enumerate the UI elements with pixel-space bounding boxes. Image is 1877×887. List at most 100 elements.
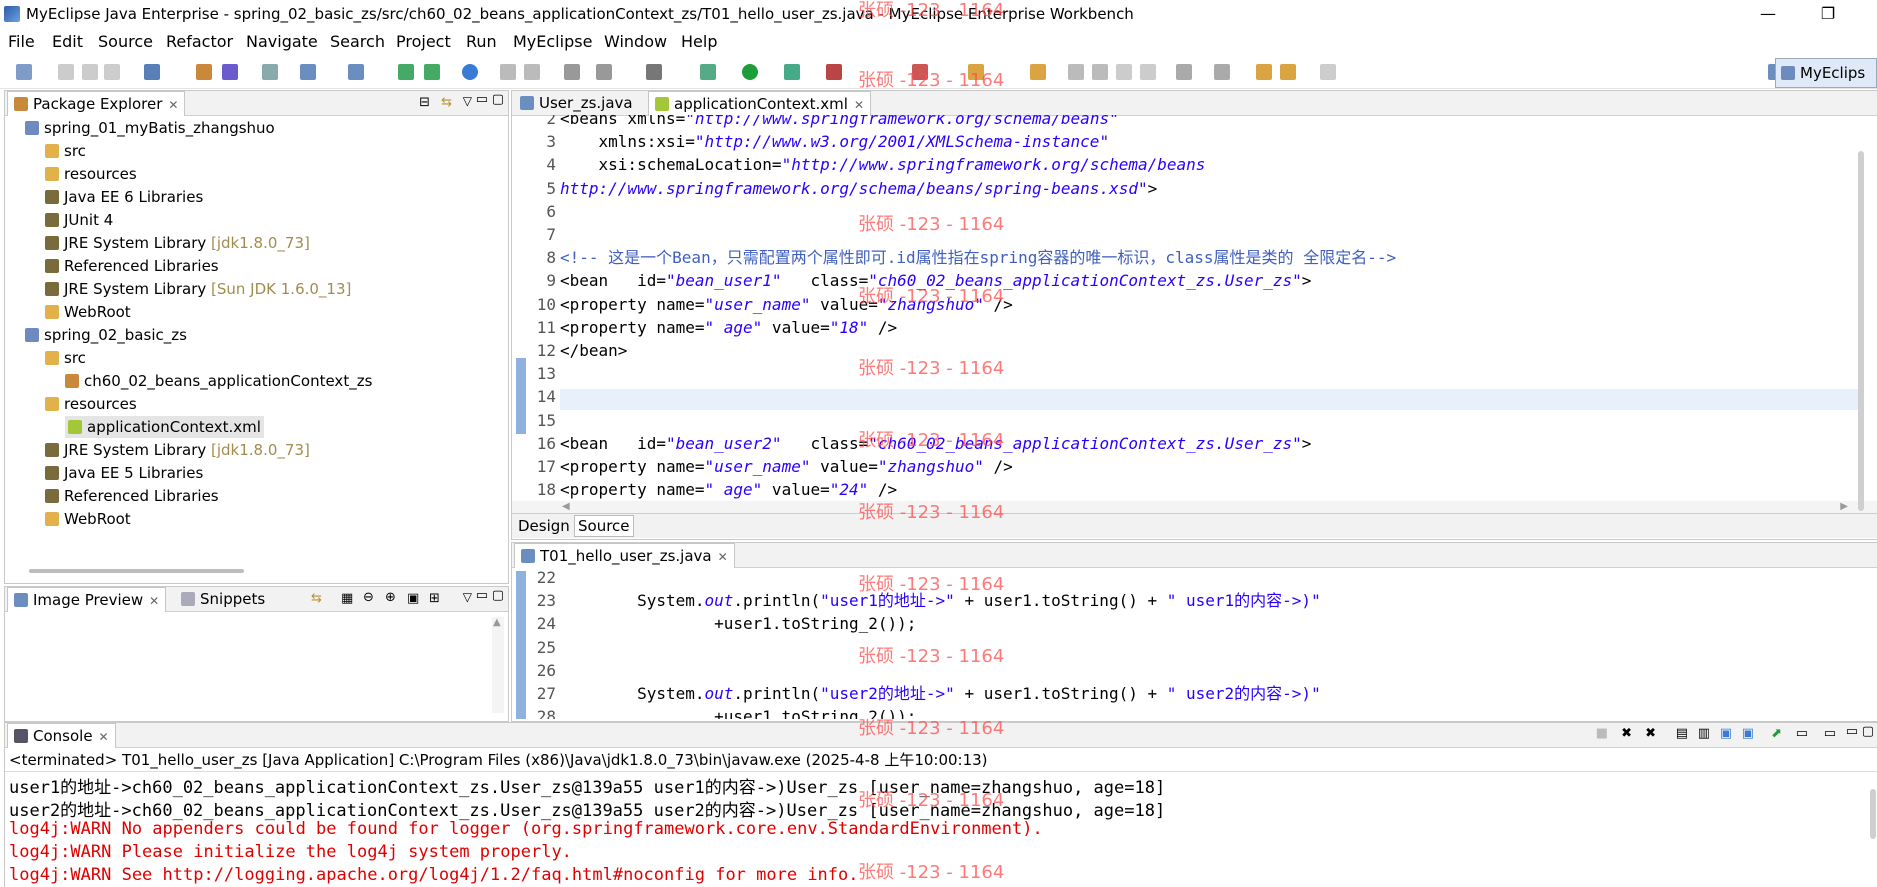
tree-item[interactable]: spring_01_myBatis_zhangshuo: [25, 117, 275, 139]
tasks-icon[interactable]: [564, 64, 580, 80]
pin-console-icon[interactable]: ⬈: [1771, 726, 1782, 741]
clear-console-icon[interactable]: ▤: [1676, 726, 1688, 741]
tree-item[interactable]: src: [45, 140, 86, 162]
menu-myeclipse[interactable]: MyEclipse: [513, 32, 592, 51]
minimize-button[interactable]: —: [1745, 2, 1791, 26]
vertical-scrollbar[interactable]: [1858, 151, 1864, 511]
deploy-icon[interactable]: [398, 64, 414, 80]
tree-item[interactable]: WebRoot: [45, 508, 131, 530]
scroll-left-icon[interactable]: ◀: [562, 501, 570, 512]
save-all-icon[interactable]: [82, 64, 98, 80]
tree-item[interactable]: Referenced Libraries: [45, 485, 219, 507]
close-icon[interactable]: ✕: [149, 594, 159, 608]
scroll-lock-icon[interactable]: ▥: [1698, 726, 1710, 741]
open-type-icon[interactable]: [300, 64, 316, 80]
menu-edit[interactable]: Edit: [52, 32, 83, 51]
tree-item[interactable]: JRE System Library [Sun JDK 1.6.0_13]: [45, 278, 351, 300]
tree-item[interactable]: src: [45, 347, 86, 369]
menu-file[interactable]: File: [8, 32, 35, 51]
vertical-scrollbar[interactable]: ▲: [492, 617, 504, 713]
globe-icon[interactable]: [462, 64, 478, 80]
back-edit-icon[interactable]: [500, 64, 516, 80]
back-icon[interactable]: [1280, 64, 1296, 80]
maximize-view-icon[interactable]: ▢: [492, 92, 504, 107]
collapse-all-icon[interactable]: ⊟: [419, 95, 430, 110]
horizontal-scrollbar[interactable]: [29, 569, 244, 573]
tab-user-zs-java[interactable]: User_zs.java: [514, 91, 639, 115]
external-tools-icon[interactable]: [826, 64, 842, 80]
tab-t01-hello-user-zs-java[interactable]: T01_hello_user_zs.java ✕: [514, 543, 735, 568]
minimize-view-icon[interactable]: ▭: [476, 588, 488, 603]
menu-source[interactable]: Source: [98, 32, 153, 51]
class-icon[interactable]: [222, 64, 238, 80]
tree-item[interactable]: WebRoot: [45, 301, 131, 323]
tree-item[interactable]: resources: [45, 163, 137, 185]
highlight-icon[interactable]: [1092, 64, 1108, 80]
sync-icon[interactable]: ⇆: [311, 591, 322, 606]
actual-size-icon[interactable]: ▣: [407, 591, 419, 606]
fit-window-icon[interactable]: ⊞: [429, 591, 440, 606]
maximize-view-icon[interactable]: ▢: [492, 588, 504, 603]
new-icon[interactable]: [16, 64, 32, 80]
tree-item[interactable]: spring_02_basic_zs: [25, 324, 187, 346]
search-icon[interactable]: [348, 64, 364, 80]
tree-item[interactable]: ch60_02_beans_applicationContext_zs: [65, 370, 372, 392]
remove-launch-icon[interactable]: ✖: [1621, 726, 1632, 741]
new-project-icon[interactable]: [144, 64, 160, 80]
close-icon[interactable]: ✕: [854, 98, 864, 112]
minimize-view-icon[interactable]: ▭: [476, 92, 488, 107]
forward-icon[interactable]: [1320, 64, 1336, 80]
perspective-myeclipse[interactable]: MyEclips: [1775, 58, 1877, 88]
menu-navigate[interactable]: Navigate: [246, 32, 318, 51]
view-menu-icon[interactable]: ▽: [463, 590, 472, 604]
zoom-in-icon[interactable]: ⊕: [385, 590, 396, 605]
coverage-icon[interactable]: [784, 64, 800, 80]
tab-source[interactable]: Source: [574, 515, 634, 537]
show-on-stdout-icon[interactable]: ▣: [1720, 726, 1732, 741]
last-edit-icon[interactable]: [1256, 64, 1272, 80]
vertical-scrollbar[interactable]: [1870, 789, 1876, 839]
remove-all-icon[interactable]: ✖: [1645, 726, 1656, 741]
show-on-stderr-icon[interactable]: ▣: [1742, 726, 1754, 741]
scroll-up-icon[interactable]: ▲: [493, 617, 501, 628]
menu-window[interactable]: Window: [604, 32, 667, 51]
block-select-icon[interactable]: [1140, 64, 1156, 80]
tab-image-preview[interactable]: Image Preview ✕: [7, 587, 167, 612]
tree-item[interactable]: resources: [45, 393, 137, 415]
annotation-icon[interactable]: [1068, 64, 1084, 80]
open-task-icon[interactable]: [596, 64, 612, 80]
view-menu-icon[interactable]: ▽: [463, 94, 472, 108]
terminate-icon[interactable]: ■: [1596, 726, 1608, 741]
close-icon[interactable]: ✕: [99, 730, 109, 744]
minimize-view-icon[interactable]: ▭: [1846, 724, 1858, 739]
tree-item[interactable]: Java EE 5 Libraries: [45, 462, 203, 484]
display-console-icon[interactable]: ▭: [1796, 726, 1808, 741]
maximize-button[interactable]: ❐: [1805, 2, 1851, 26]
menu-refactor[interactable]: Refactor: [166, 32, 233, 51]
close-icon[interactable]: ✕: [168, 98, 178, 112]
horizontal-scrollbar[interactable]: ◀ ▶: [512, 501, 1877, 513]
print-icon[interactable]: [104, 64, 120, 80]
tree-item[interactable]: applicationContext.xml: [65, 416, 264, 438]
forward-edit-icon[interactable]: [524, 64, 540, 80]
menu-run[interactable]: Run: [466, 32, 497, 51]
open-resource-icon[interactable]: [1030, 64, 1046, 80]
save-icon[interactable]: [58, 64, 74, 80]
server-icon[interactable]: [262, 64, 278, 80]
link-editor-icon[interactable]: ⇆: [441, 95, 452, 110]
tree-item[interactable]: JUnit 4: [45, 209, 113, 231]
tree-item[interactable]: JRE System Library [jdk1.8.0_73]: [45, 439, 310, 461]
maximize-view-icon[interactable]: ▢: [1862, 724, 1874, 739]
tree-item[interactable]: Java EE 6 Libraries: [45, 186, 203, 208]
show-whitespace-icon[interactable]: [1116, 64, 1132, 80]
next-annotation-icon[interactable]: [1176, 64, 1192, 80]
package-icon[interactable]: [196, 64, 212, 80]
java-code-area[interactable]: 22 23 System.out.println("user1的地址->" + u…: [512, 571, 1877, 719]
menu-project[interactable]: Project: [396, 32, 451, 51]
tab-console[interactable]: Console ✕: [7, 723, 116, 748]
close-icon[interactable]: ✕: [718, 550, 728, 564]
tree-item[interactable]: JRE System Library [jdk1.8.0_73]: [45, 232, 310, 254]
xml-code-area[interactable]: 2 <beans xmlns="http://www.springframewor…: [512, 115, 1877, 501]
zoom-out-icon[interactable]: ⊖: [363, 590, 374, 605]
menu-search[interactable]: Search: [330, 32, 385, 51]
